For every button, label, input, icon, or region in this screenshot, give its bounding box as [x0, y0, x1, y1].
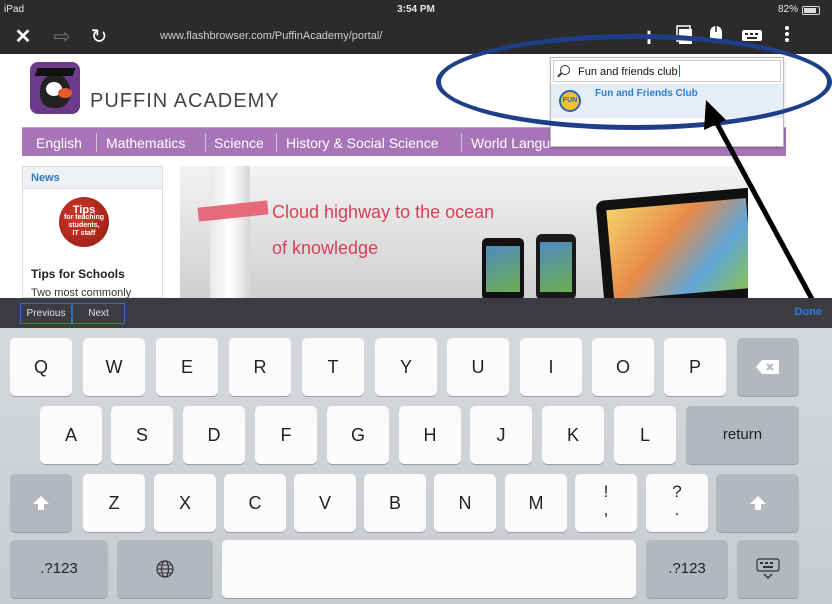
- key-a[interactable]: A: [40, 406, 102, 464]
- numbers-key-left[interactable]: .?123: [10, 540, 108, 598]
- key-w[interactable]: W: [83, 338, 145, 396]
- previous-button[interactable]: Previous: [20, 303, 72, 324]
- screen: iPad 3:54 PM 82% ✕ ⇨ ↻ www.flashbrowser.…: [0, 0, 832, 604]
- key-n[interactable]: N: [434, 474, 496, 532]
- shift-key-right[interactable]: [716, 474, 799, 532]
- return-key[interactable]: return: [686, 406, 799, 464]
- key-e[interactable]: E: [156, 338, 218, 396]
- key-k[interactable]: K: [542, 406, 604, 464]
- done-button[interactable]: Done: [795, 306, 823, 318]
- key-r[interactable]: R: [229, 338, 291, 396]
- shift-icon: [33, 496, 49, 511]
- next-button[interactable]: Next: [72, 303, 125, 324]
- key-i[interactable]: I: [520, 338, 582, 396]
- key-j[interactable]: J: [470, 406, 532, 464]
- key-h[interactable]: H: [399, 406, 461, 464]
- key-bottom-char: ,: [603, 500, 609, 519]
- key-g[interactable]: G: [327, 406, 389, 464]
- key-c[interactable]: C: [224, 474, 286, 532]
- key-question-period[interactable]: ? .: [646, 474, 708, 532]
- keyboard-accessory-bar: Previous Next Done: [0, 298, 832, 328]
- key-s[interactable]: S: [111, 406, 173, 464]
- key-y[interactable]: Y: [375, 338, 437, 396]
- shift-key-left[interactable]: [10, 474, 72, 532]
- key-f[interactable]: F: [255, 406, 317, 464]
- key-b[interactable]: B: [364, 474, 426, 532]
- globe-key[interactable]: [117, 540, 213, 598]
- key-p[interactable]: P: [664, 338, 726, 396]
- key-bottom-char: .: [674, 500, 680, 519]
- delete-key[interactable]: [737, 338, 799, 396]
- key-top-char: ?: [672, 482, 682, 501]
- key-x[interactable]: X: [154, 474, 216, 532]
- hide-keyboard-icon: [756, 558, 780, 580]
- key-t[interactable]: T: [302, 338, 364, 396]
- globe-icon: [156, 560, 174, 578]
- key-l[interactable]: L: [614, 406, 676, 464]
- key-z[interactable]: Z: [83, 474, 145, 532]
- key-o[interactable]: O: [592, 338, 654, 396]
- key-u[interactable]: U: [447, 338, 509, 396]
- key-q[interactable]: Q: [10, 338, 72, 396]
- numbers-key-right[interactable]: .?123: [646, 540, 728, 598]
- key-top-char: !: [603, 482, 609, 501]
- space-key[interactable]: [222, 540, 636, 598]
- key-d[interactable]: D: [183, 406, 245, 464]
- shift-icon: [749, 496, 766, 511]
- delete-icon: [756, 360, 779, 375]
- key-exclamation-comma[interactable]: ! ,: [575, 474, 637, 532]
- key-v[interactable]: V: [294, 474, 356, 532]
- key-m[interactable]: M: [505, 474, 567, 532]
- onscreen-keyboard: Q W E R T Y U I O P A S D F G H J K L re…: [0, 328, 832, 604]
- hide-keyboard-key[interactable]: [737, 540, 799, 598]
